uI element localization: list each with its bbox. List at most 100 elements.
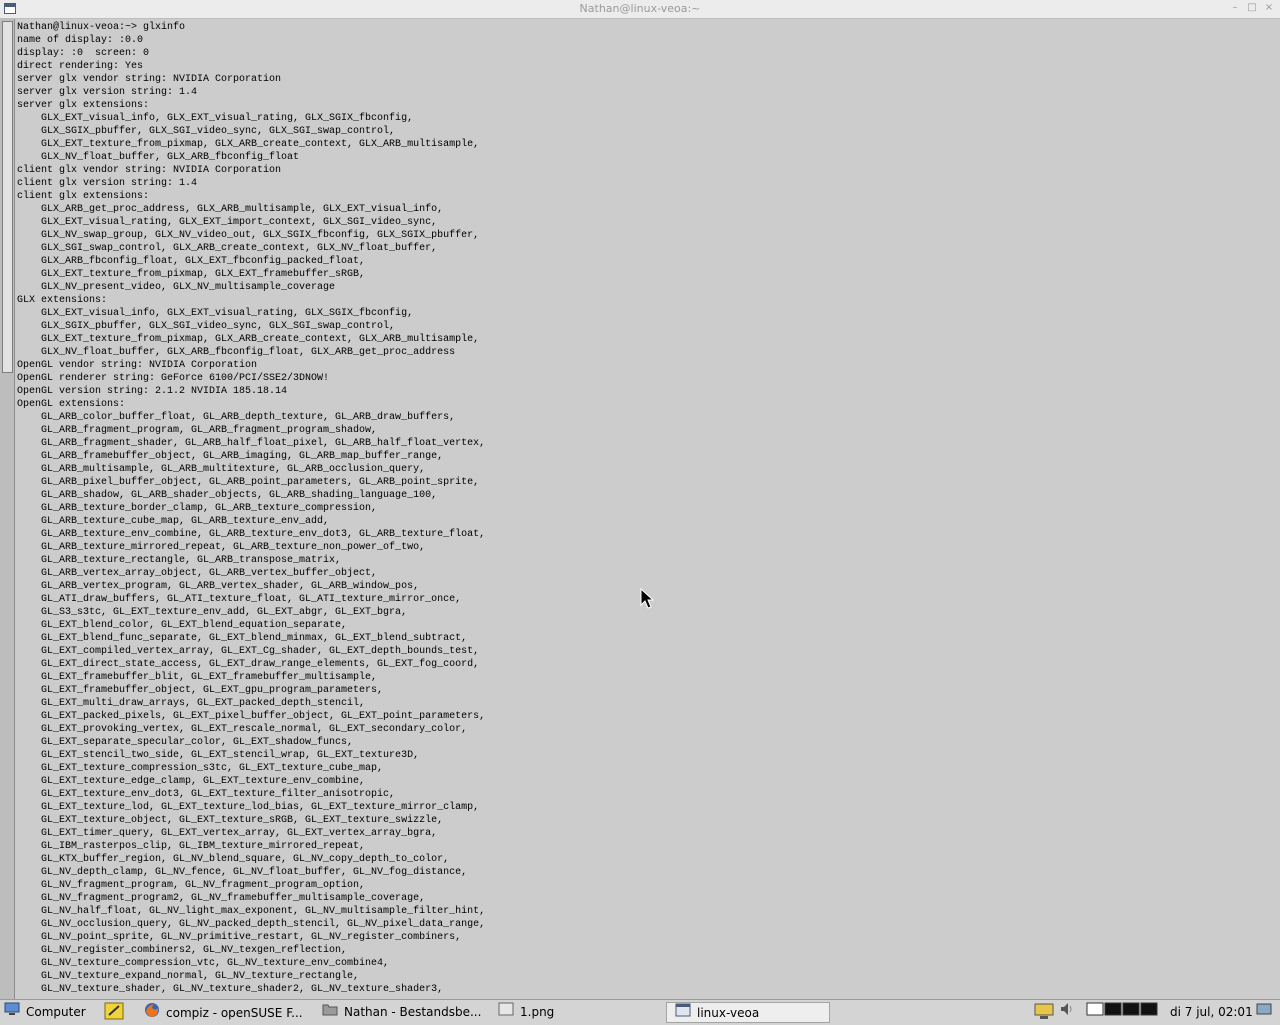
scrollbar-thumb[interactable] (2, 21, 13, 373)
terminal-line: GL_EXT_texture_object, GL_EXT_texture_sR… (17, 815, 444, 826)
terminal-line: GLX_NV_float_buffer, GLX_ARB_fbconfig_fl… (17, 152, 300, 163)
image-icon (498, 1002, 514, 1023)
terminal-line: GL_S3_s3tc, GL_EXT_texture_env_add, GL_E… (17, 607, 408, 618)
terminal-line: OpenGL renderer string: GeForce 6100/PCI… (17, 373, 330, 384)
terminal-line: GLX_EXT_texture_from_pixmap, GLX_EXT_fra… (17, 269, 366, 280)
terminal-line: GL_EXT_timer_query, GL_EXT_vertex_array,… (17, 828, 438, 839)
terminal-line: GLX_EXT_texture_from_pixmap, GLX_ARB_cre… (17, 334, 480, 345)
terminal-line: GL_NV_point_sprite, GL_NV_primitive_rest… (17, 932, 462, 943)
terminal-window[interactable]: Nathan@linux-veoa:~> glxinfo name of disp… (0, 19, 1280, 999)
terminal-line: client glx vendor string: NVIDIA Corpora… (17, 165, 282, 176)
terminal-line: GL_EXT_multi_draw_arrays, GL_EXT_packed_… (17, 698, 366, 709)
terminal-line: client glx version string: 1.4 (17, 178, 198, 189)
terminal-line: GL_EXT_texture_env_dot3, GL_EXT_texture_… (17, 789, 396, 800)
terminal-line: GLX_EXT_visual_info, GLX_EXT_visual_rati… (17, 308, 414, 319)
terminal-line: GL_EXT_texture_edge_clamp, GL_EXT_textur… (17, 776, 366, 787)
clock[interactable]: di 7 jul, 02:01 (1170, 1002, 1253, 1023)
window-title: Nathan@linux-veoa:~ (579, 2, 701, 15)
task-label: compiz - openSUSE F... (166, 1006, 303, 1020)
terminal-line: GL_IBM_rasterpos_clip, GL_IBM_texture_mi… (17, 841, 366, 852)
window-titlebar[interactable]: Nathan@linux-veoa:~ – □ × (0, 0, 1280, 19)
terminal-output[interactable]: Nathan@linux-veoa:~> glxinfo name of disp… (17, 21, 485, 996)
terminal-line: GL_ARB_texture_cube_map, GL_ARB_texture_… (17, 516, 330, 527)
computer-icon (4, 1002, 20, 1023)
terminal-line: GL_NV_texture_shader, GL_NV_texture_shad… (17, 984, 444, 995)
terminal-line: server glx extensions: (17, 100, 150, 111)
terminal-line: GLX_ARB_fbconfig_float, GLX_EXT_fbconfig… (17, 256, 366, 267)
terminal-line: GL_ARB_vertex_array_object, GL_ARB_verte… (17, 568, 378, 579)
terminal-line: GL_ARB_shadow, GL_ARB_shader_objects, GL… (17, 490, 438, 501)
notes-launcher[interactable] (104, 1002, 130, 1023)
minimize-icon[interactable]: – (1230, 3, 1240, 13)
terminal-line: GL_ARB_vertex_program, GL_ARB_vertex_sha… (17, 581, 420, 592)
terminal-line: GL_NV_occlusion_query, GL_NV_packed_dept… (17, 919, 486, 930)
terminal-line: GL_NV_fragment_program, GL_NV_fragment_p… (17, 880, 366, 891)
terminal-line: GLX_SGI_swap_control, GLX_ARB_create_con… (17, 243, 438, 254)
terminal-line: GL_ATI_draw_buffers, GL_ATI_texture_floa… (17, 594, 462, 605)
terminal-line: OpenGL vendor string: NVIDIA Corporation (17, 360, 258, 371)
close-icon[interactable]: × (1264, 3, 1274, 13)
terminal-line: GL_EXT_provoking_vertex, GL_EXT_rescale_… (17, 724, 468, 735)
workspace-switcher[interactable] (1086, 1002, 1160, 1023)
terminal-icon (675, 1003, 691, 1022)
task-firefox[interactable]: compiz - openSUSE F... (144, 1002, 312, 1023)
speaker-icon (1060, 1002, 1074, 1023)
terminal-line: GL_ARB_framebuffer_object, GL_ARB_imagin… (17, 451, 444, 462)
terminal-line: GL_ARB_multisample, GL_ARB_multitexture,… (17, 464, 426, 475)
terminal-line: GLX_EXT_texture_from_pixmap, GLX_ARB_cre… (17, 139, 480, 150)
folder-icon (322, 1002, 338, 1023)
terminal-line: GL_EXT_stencil_two_side, GL_EXT_stencil_… (17, 750, 420, 761)
task-image[interactable]: 1.png (498, 1002, 658, 1023)
computer-menu-label: Computer (26, 1005, 86, 1019)
terminal-line: GL_ARB_pixel_buffer_object, GL_ARB_point… (17, 477, 480, 488)
task-label: 1.png (520, 1005, 555, 1019)
taskbar: Computer compiz - openSUSE F... Nathan -… (0, 999, 1280, 1025)
terminal-line: GLX extensions: (17, 295, 108, 306)
terminal-line: GL_EXT_blend_color, GL_EXT_blend_equatio… (17, 620, 348, 631)
terminal-line: GL_EXT_blend_func_separate, GL_EXT_blend… (17, 633, 468, 644)
terminal-line: GL_KTX_buffer_region, GL_NV_blend_square… (17, 854, 450, 865)
terminal-line: GL_NV_half_float, GL_NV_light_max_expone… (17, 906, 486, 917)
terminal-line: name of display: :0.0 (17, 35, 144, 46)
terminal-line: client glx extensions: (17, 191, 150, 202)
terminal-line: GLX_NV_present_video, GLX_NV_multisample… (17, 282, 336, 293)
terminal-line: GL_ARB_color_buffer_float, GL_ARB_depth_… (17, 412, 456, 423)
volume-tray-item[interactable] (1060, 1002, 1078, 1023)
terminal-line: GLX_NV_float_buffer, GLX_ARB_fbconfig_fl… (17, 347, 456, 358)
terminal-line: GL_NV_texture_compression_vtc, GL_NV_tex… (17, 958, 390, 969)
terminal-line: OpenGL extensions: (17, 399, 126, 410)
terminal-line: GLX_SGIX_pbuffer, GLX_SGI_video_sync, GL… (17, 321, 396, 332)
terminal-line: GL_ARB_texture_border_clamp, GL_ARB_text… (17, 503, 378, 514)
network-tray-item[interactable] (1034, 1002, 1056, 1023)
terminal-line: server glx version string: 1.4 (17, 87, 198, 98)
mouse-pointer-icon (640, 588, 654, 609)
task-terminal-active[interactable]: linux-veoa (666, 1002, 830, 1023)
computer-menu-button[interactable]: Computer (4, 1002, 96, 1023)
terminal-line: server glx vendor string: NVIDIA Corpora… (17, 74, 282, 85)
terminal-line: GL_EXT_direct_state_access, GL_EXT_draw_… (17, 659, 480, 670)
terminal-line: GL_ARB_texture_rectangle, GL_ARB_transpo… (17, 555, 342, 566)
terminal-line: GL_EXT_framebuffer_blit, GL_EXT_framebuf… (17, 672, 378, 683)
desktop-icon (1256, 1002, 1272, 1023)
terminal-line: GLX_NV_swap_group, GLX_NV_video_out, GLX… (17, 230, 480, 241)
terminal-line: GL_NV_fragment_program2, GL_NV_framebuff… (17, 893, 426, 904)
terminal-line: GL_EXT_texture_lod, GL_EXT_texture_lod_b… (17, 802, 480, 813)
maximize-icon[interactable]: □ (1247, 3, 1257, 13)
terminal-line: display: :0 screen: 0 (17, 48, 150, 59)
terminal-line: OpenGL version string: 2.1.2 NVIDIA 185.… (17, 386, 288, 397)
terminal-line: GLX_EXT_visual_info, GLX_EXT_visual_rati… (17, 113, 414, 124)
task-label: Nathan - Bestandsbe... (344, 1005, 482, 1019)
terminal-line: GLX_SGIX_pbuffer, GLX_SGI_video_sync, GL… (17, 126, 396, 137)
workspace-pager-icon (1086, 1002, 1158, 1016)
terminal-line: GL_ARB_fragment_program, GL_ARB_fragment… (17, 425, 378, 436)
network-monitor-icon (1034, 1002, 1054, 1023)
terminal-line: GL_NV_register_combiners2, GL_NV_texgen_… (17, 945, 348, 956)
firefox-icon (144, 1002, 160, 1023)
terminal-line: direct rendering: Yes (17, 61, 144, 72)
show-desktop-button[interactable] (1256, 1002, 1276, 1023)
task-file-manager[interactable]: Nathan - Bestandsbe... (322, 1002, 490, 1023)
terminal-scrollbar[interactable] (0, 19, 15, 999)
terminal-line: GL_EXT_texture_compression_s3tc, GL_EXT_… (17, 763, 384, 774)
terminal-line: GL_ARB_texture_mirrored_repeat, GL_ARB_t… (17, 542, 426, 553)
terminal-line: GL_EXT_packed_pixels, GL_EXT_pixel_buffe… (17, 711, 486, 722)
